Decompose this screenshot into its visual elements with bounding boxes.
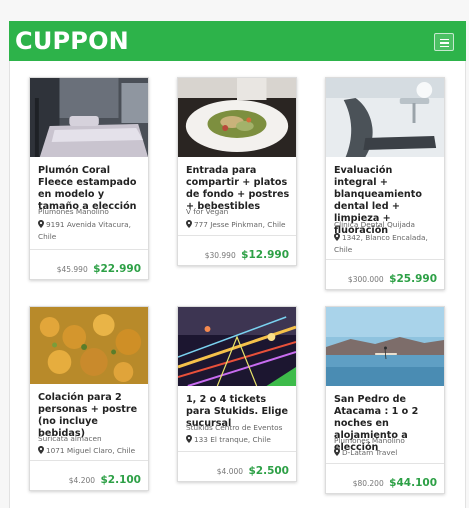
old-price: $300.000 xyxy=(347,275,384,284)
map-pin-icon xyxy=(38,446,44,454)
deal-image-food-dish xyxy=(30,307,148,384)
deal-vendor: Stukids Centro de Eventos xyxy=(186,423,283,432)
deal-address-text: 1342, Blanco Encalada, Chile xyxy=(334,233,428,254)
new-price: $2.500 xyxy=(248,465,289,477)
deal-title[interactable]: Colación para 2 personas + postre (no in… xyxy=(38,392,142,440)
deal-address: 1071 Miguel Claro, Chile xyxy=(38,445,142,457)
price-bar: $300.000 $25.990 xyxy=(326,259,444,289)
map-pin-icon xyxy=(186,220,192,228)
hamburger-menu-icon[interactable] xyxy=(434,33,454,51)
deal-vendor: Suricata almacen xyxy=(38,434,102,443)
new-price: $22.990 xyxy=(93,263,141,275)
deal-address: 9191 Avenida Vitacura, Chile xyxy=(38,219,142,242)
price-bar: $45.990 $22.990 xyxy=(30,249,148,279)
new-price: $2.100 xyxy=(100,474,141,486)
deal-address-text: 133 El tranque, Chile xyxy=(194,435,271,444)
map-pin-icon xyxy=(38,220,44,228)
deal-address: 133 El tranque, Chile xyxy=(186,434,290,446)
deal-card[interactable]: 1, 2 o 4 tickets para Stukids. Elige suc… xyxy=(177,306,297,482)
map-pin-icon xyxy=(334,448,340,456)
price-bar: $30.990 $12.990 xyxy=(178,235,296,265)
deal-vendor: Clínica Dental Quijada xyxy=(334,220,416,229)
deal-card[interactable]: San Pedro de Atacama : 1 o 2 noches en a… xyxy=(325,306,445,494)
deal-card[interactable]: Entrada para compartir + platos de fondo… xyxy=(177,77,297,266)
old-price: $4.000 xyxy=(216,467,244,476)
old-price: $45.990 xyxy=(56,265,88,274)
deal-image-food-plate xyxy=(178,78,296,157)
new-price: $44.100 xyxy=(389,477,437,489)
deal-address-text: D-Latam Travel xyxy=(342,448,398,457)
deal-address: 777 Jesse Pinkman, Chile xyxy=(186,219,290,231)
deal-card[interactable]: Plumón Coral Fleece estampado en modelo … xyxy=(29,77,149,280)
deal-image-bedroom xyxy=(30,78,148,157)
deal-image-amusement-lights xyxy=(178,307,296,386)
price-bar: $80.200 $44.100 xyxy=(326,463,444,493)
deal-title[interactable]: Plumón Coral Fleece estampado en modelo … xyxy=(38,165,142,213)
deal-title[interactable]: Entrada para compartir + platos de fondo… xyxy=(186,165,290,213)
new-price: $25.990 xyxy=(389,273,437,285)
deal-vendor: V for Vegan xyxy=(186,207,229,216)
old-price: $4.200 xyxy=(68,476,96,485)
deal-address-text: 777 Jesse Pinkman, Chile xyxy=(194,220,286,229)
deal-address-text: 1071 Miguel Claro, Chile xyxy=(46,446,136,455)
deal-address-text: 9191 Avenida Vitacura, Chile xyxy=(38,220,131,241)
deal-card[interactable]: Evaluación integral + blanqueamiento den… xyxy=(325,77,445,290)
deal-vendor: Plumones Manolino xyxy=(334,436,405,445)
deal-card[interactable]: Colación para 2 personas + postre (no in… xyxy=(29,306,149,491)
map-pin-icon xyxy=(334,233,340,241)
deal-image-desert-lake xyxy=(326,307,444,386)
price-bar: $4.200 $2.100 xyxy=(30,460,148,490)
old-price: $80.200 xyxy=(352,479,384,488)
deal-image-dental-chair xyxy=(326,78,444,157)
map-pin-icon xyxy=(186,435,192,443)
deal-address: 1342, Blanco Encalada, Chile xyxy=(334,232,438,255)
old-price: $30.990 xyxy=(204,251,236,260)
new-price: $12.990 xyxy=(241,249,289,261)
brand-logo[interactable]: CUPPON xyxy=(15,27,129,55)
top-navbar: CUPPON xyxy=(9,21,466,61)
price-bar: $4.000 $2.500 xyxy=(178,451,296,481)
deal-vendor: Plumones Manolino xyxy=(38,207,109,216)
deal-address: D-Latam Travel xyxy=(334,447,438,459)
